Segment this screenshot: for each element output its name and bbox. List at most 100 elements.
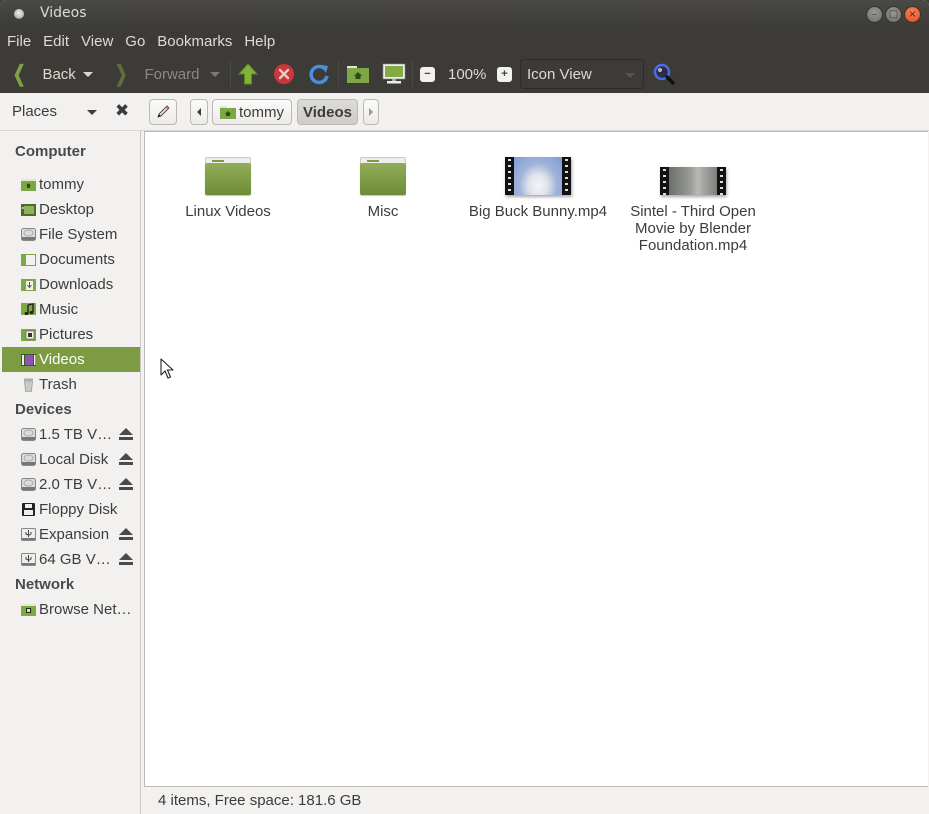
sidebar-mode-select[interactable]: Places — [12, 103, 57, 120]
breadcrumb-scroll-right[interactable] — [363, 99, 379, 125]
sidebar-item-device-2-0tb[interactable]: 2.0 TB V… — [2, 472, 140, 497]
file-item-sintel[interactable]: Sintel - Third Open Movie by Blender Fou… — [618, 147, 768, 254]
app-menu-icon[interactable] — [14, 9, 24, 19]
sidebar-item-label: Desktop — [39, 201, 95, 218]
file-icon-wrap — [618, 147, 768, 195]
search-button[interactable] — [652, 55, 676, 93]
sidebar: Computer tommy Desktop File System Docum… — [0, 131, 141, 814]
forward-button[interactable]: ❯ Forward — [112, 55, 200, 93]
sidebar-item-videos[interactable]: Videos — [2, 347, 140, 372]
menu-file[interactable]: File — [7, 33, 31, 50]
file-icon-wrap — [463, 147, 613, 195]
menu-edit[interactable]: Edit — [43, 33, 69, 50]
zoom-out-button[interactable]: − — [420, 55, 435, 93]
sidebar-item-file-system[interactable]: File System — [2, 222, 140, 247]
sidebar-item-pictures[interactable]: Pictures — [2, 322, 140, 347]
file-item-misc[interactable]: Misc — [308, 147, 458, 220]
sidebar-item-expansion[interactable]: Expansion — [2, 522, 140, 547]
video-thumbnail-icon — [505, 157, 571, 195]
location-bar: Places ✖ tommy Videos — [0, 93, 929, 131]
sidebar-item-trash[interactable]: Trash — [2, 372, 140, 397]
folder-icon — [205, 157, 251, 195]
chevron-down-icon[interactable] — [87, 110, 97, 115]
toggle-location-entry-button[interactable] — [149, 99, 177, 125]
menu-bar: File Edit View Go Bookmarks Help — [0, 28, 929, 55]
sidebar-heading-computer: Computer — [15, 143, 86, 160]
stop-icon — [274, 64, 294, 84]
view-mode-select[interactable]: Icon View — [520, 59, 644, 89]
sidebar-item-device-1-5tb[interactable]: 1.5 TB V… — [2, 422, 140, 447]
minimize-button[interactable]: – — [866, 6, 883, 23]
toolbar-separator — [412, 61, 413, 87]
breadcrumb-videos[interactable]: Videos — [297, 99, 358, 125]
zoom-level-value: 100% — [448, 65, 487, 83]
sidebar-item-label: File System — [39, 226, 118, 243]
sidebar-item-downloads[interactable]: Downloads — [2, 272, 140, 297]
zoom-in-button[interactable]: + — [497, 55, 512, 93]
usb-drive-icon — [21, 553, 36, 566]
sidebar-item-label: 2.0 TB V… — [39, 476, 113, 493]
menu-view[interactable]: View — [81, 33, 113, 50]
computer-button[interactable] — [382, 55, 406, 93]
chevron-down-icon — [83, 71, 93, 77]
sidebar-item-label: 64 GB V… — [39, 551, 111, 568]
eject-icon[interactable] — [119, 453, 133, 466]
eject-icon[interactable] — [119, 478, 133, 491]
up-button[interactable] — [237, 55, 259, 93]
forward-history-dropdown[interactable] — [210, 55, 220, 93]
reload-icon — [309, 64, 329, 85]
eject-icon[interactable] — [119, 553, 133, 566]
sidebar-item-label: Music — [39, 301, 79, 318]
zoom-level: 100% — [448, 55, 486, 93]
home-folder-icon — [220, 105, 236, 119]
window-title: Videos — [40, 5, 87, 21]
chevron-left-icon — [197, 108, 201, 116]
sidebar-item-local-disk[interactable]: Local Disk — [2, 447, 140, 472]
sidebar-item-browse-network[interactable]: Browse Net… — [2, 597, 140, 622]
search-icon — [653, 63, 675, 85]
breadcrumb-scroll-left[interactable] — [190, 99, 208, 125]
back-button[interactable]: ❮ Back — [10, 55, 76, 93]
sidebar-item-label: Floppy Disk — [39, 501, 118, 518]
sidebar-item-device-64gb[interactable]: 64 GB V… — [2, 547, 140, 572]
file-view[interactable]: Linux Videos Misc Big Buck Bunny.mp4 Sin… — [144, 131, 928, 787]
file-item-linux-videos[interactable]: Linux Videos — [153, 147, 303, 220]
eject-icon[interactable] — [119, 528, 133, 541]
menu-bookmarks[interactable]: Bookmarks — [157, 33, 232, 50]
downloads-folder-icon — [21, 278, 36, 291]
reload-button[interactable] — [308, 55, 330, 93]
network-icon — [21, 603, 36, 616]
up-icon — [237, 63, 259, 85]
file-item-big-buck-bunny[interactable]: Big Buck Bunny.mp4 — [463, 147, 613, 220]
sidebar-item-label: Documents — [39, 251, 115, 268]
chevron-down-icon — [625, 73, 635, 78]
sidebar-item-label: Pictures — [39, 326, 94, 343]
stop-button[interactable] — [273, 55, 295, 93]
menu-help[interactable]: Help — [244, 33, 275, 50]
title-bar[interactable]: Videos – □ × — [0, 0, 929, 28]
usb-drive-icon — [21, 528, 36, 541]
sidebar-item-label: tommy — [39, 176, 84, 193]
sidebar-item-label: Videos — [39, 351, 85, 368]
maximize-button[interactable]: □ — [885, 6, 902, 23]
close-sidebar-button[interactable]: ✖ — [115, 101, 129, 121]
harddisk-icon — [21, 228, 36, 241]
sidebar-item-tommy[interactable]: tommy — [2, 172, 140, 197]
menu-go[interactable]: Go — [125, 33, 145, 50]
file-manager-window: Videos – □ × File Edit View Go Bookmarks… — [0, 0, 929, 814]
sidebar-item-documents[interactable]: Documents — [2, 247, 140, 272]
harddisk-icon — [21, 428, 36, 441]
close-button[interactable]: × — [904, 6, 921, 23]
eject-icon[interactable] — [119, 428, 133, 441]
back-history-dropdown[interactable] — [83, 55, 93, 93]
view-mode-value: Icon View — [527, 66, 592, 83]
sidebar-item-floppy-disk[interactable]: Floppy Disk — [2, 497, 140, 522]
sidebar-item-music[interactable]: Music — [2, 297, 140, 322]
home-button[interactable] — [346, 55, 370, 93]
sidebar-item-desktop[interactable]: Desktop — [2, 197, 140, 222]
file-name: Big Buck Bunny.mp4 — [468, 203, 608, 220]
breadcrumb-tommy[interactable]: tommy — [212, 99, 292, 125]
zoom-out-icon: − — [420, 66, 435, 82]
file-name: Misc — [367, 203, 399, 220]
status-text: 4 items, Free space: 181.6 GB — [158, 792, 362, 809]
